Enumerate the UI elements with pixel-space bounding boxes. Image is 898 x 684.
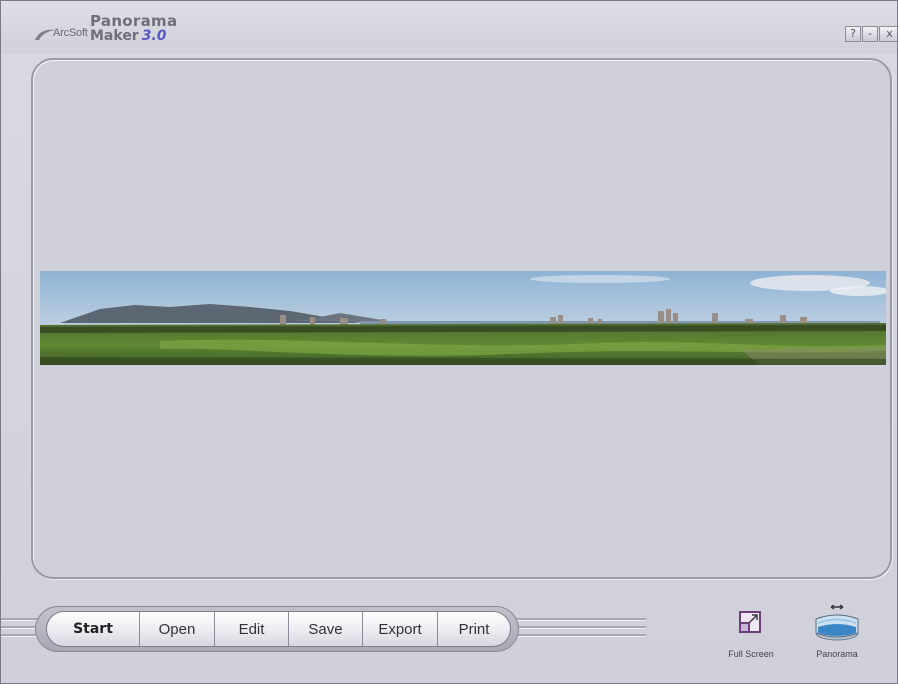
help-button[interactable]: ?	[845, 26, 861, 42]
app-title-maker: Maker	[90, 28, 139, 44]
panorama-button[interactable]: Panorama	[797, 603, 877, 659]
print-button[interactable]: Print	[438, 612, 510, 646]
main-toolbar: Start Open Edit Save Export Print	[46, 611, 511, 647]
panorama-icon	[815, 604, 859, 641]
fullscreen-icon	[739, 611, 761, 633]
fullscreen-label: Full Screen	[728, 649, 774, 659]
fullscreen-button[interactable]: Full Screen	[713, 609, 789, 659]
open-button[interactable]: Open	[140, 612, 215, 646]
toolbar-groove-right	[516, 634, 646, 637]
toolbar-groove-left	[1, 618, 41, 621]
start-button[interactable]: Start	[47, 612, 140, 646]
version-label: 3.0	[141, 28, 167, 44]
app-window: ArcSoft Panorama Maker 3.0 ? - x Start O…	[0, 0, 898, 684]
edit-button[interactable]: Edit	[215, 612, 289, 646]
export-button[interactable]: Export	[363, 612, 438, 646]
save-button[interactable]: Save	[289, 612, 363, 646]
toolbar-groove-right	[516, 626, 646, 629]
close-button[interactable]: x	[879, 26, 897, 42]
panorama-label: Panorama	[816, 649, 858, 659]
minimize-button[interactable]: -	[862, 26, 878, 42]
panorama-viewer[interactable]	[31, 58, 892, 579]
brand-label: ArcSoft	[53, 27, 88, 39]
title-bar[interactable]: ArcSoft Panorama Maker 3.0 ? - x	[1, 1, 897, 53]
app-title: Panorama	[90, 12, 178, 30]
toolbar-groove-right	[516, 618, 646, 621]
app-subtitle: Maker 3.0	[90, 29, 167, 44]
panorama-image[interactable]	[40, 271, 886, 365]
